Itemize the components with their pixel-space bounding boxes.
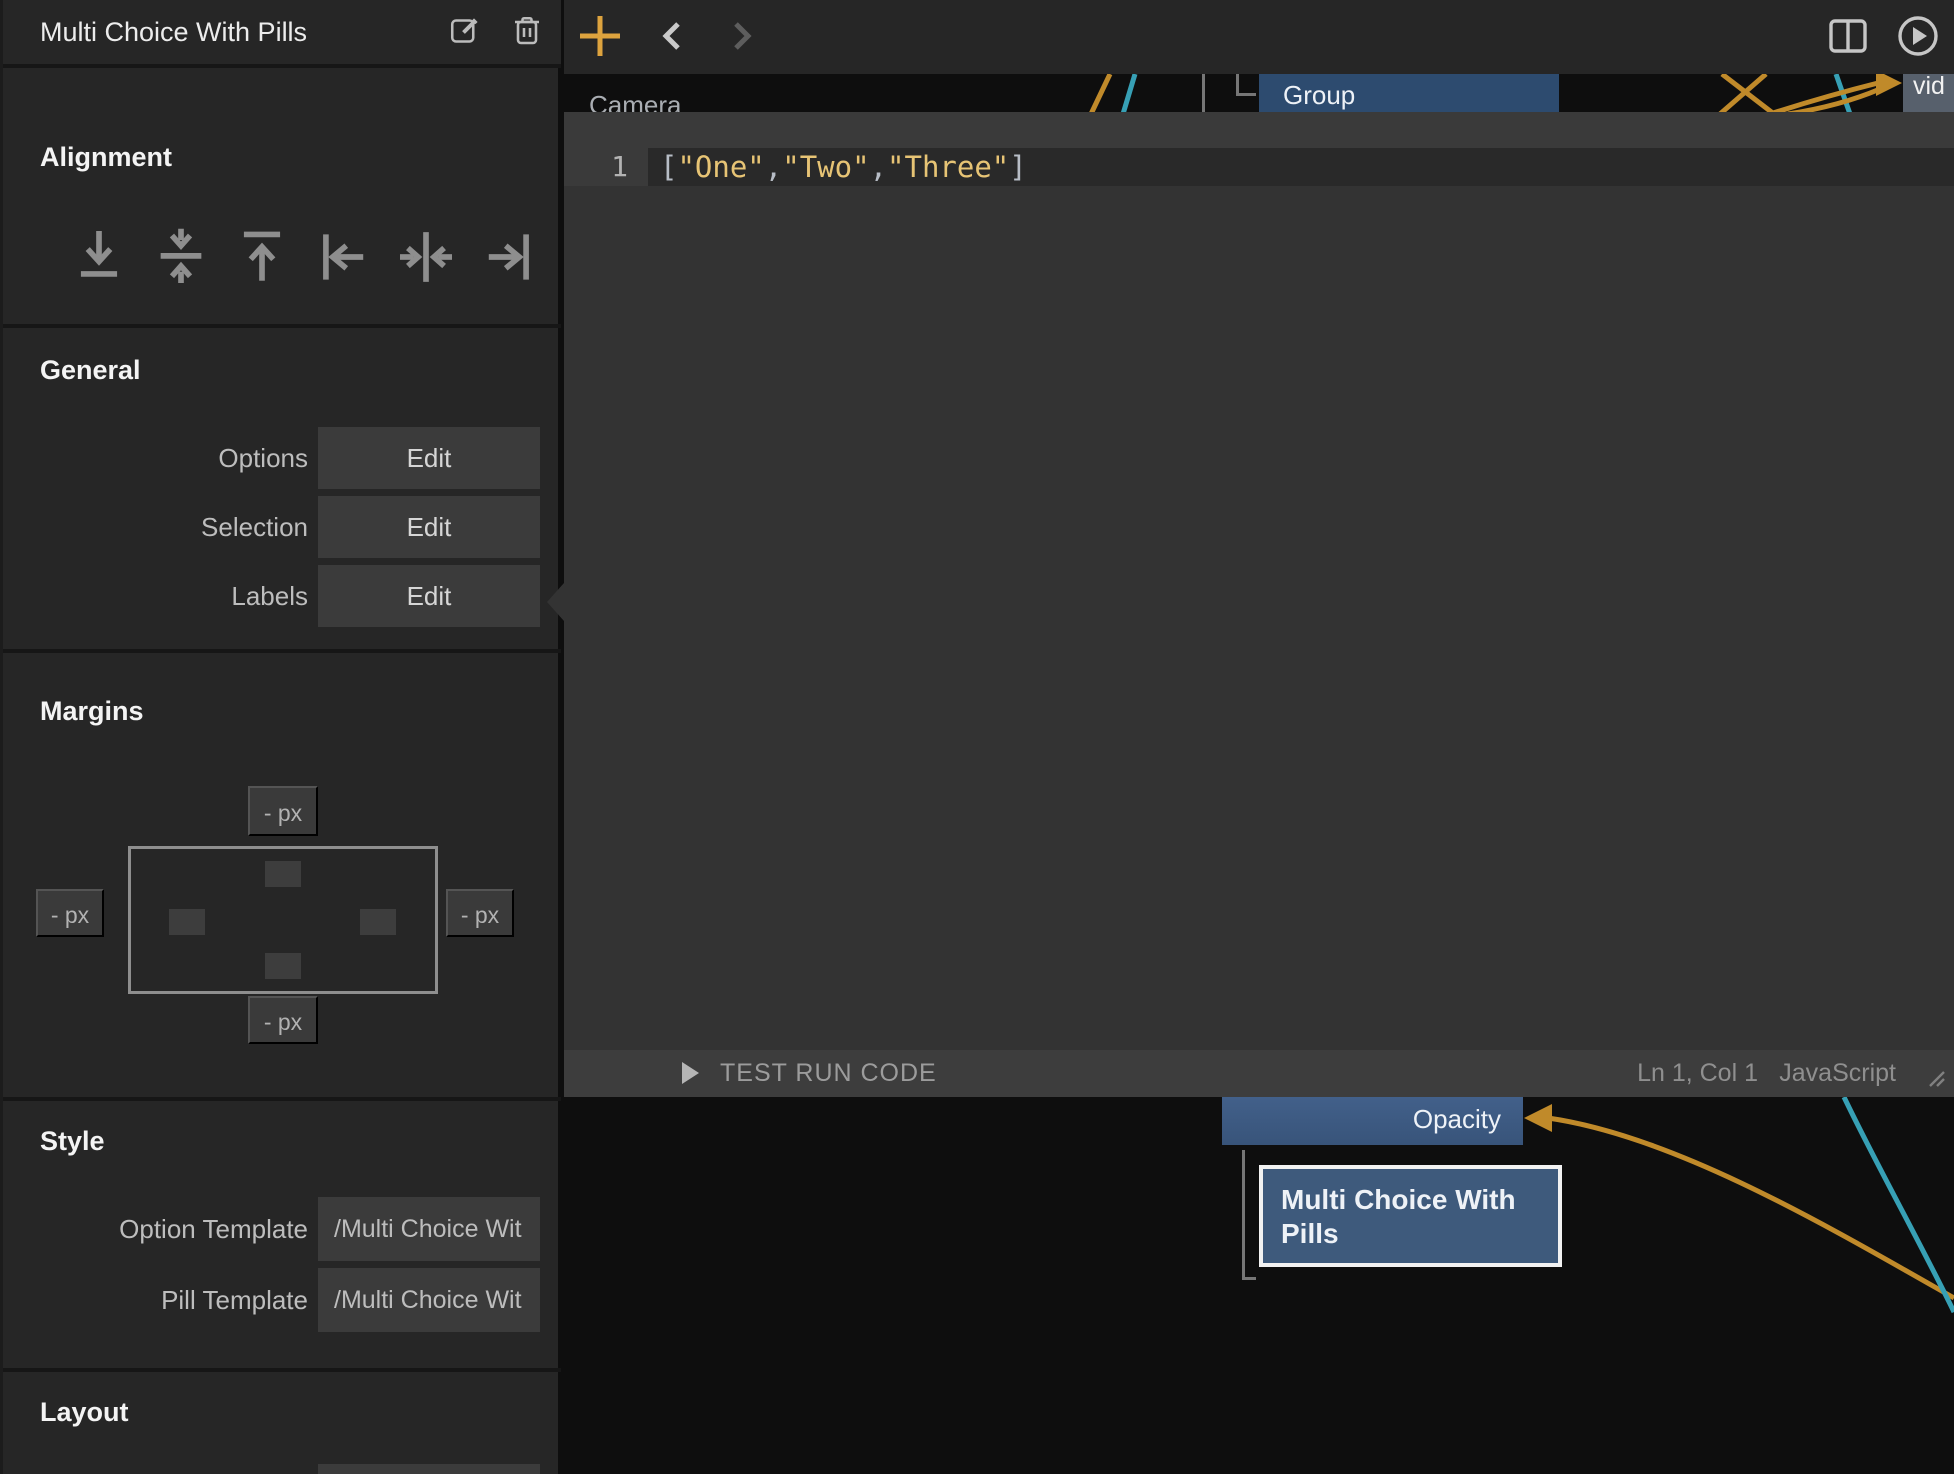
- margin-top-input[interactable]: - px: [248, 786, 318, 836]
- align-vertical-center-button[interactable]: [155, 228, 207, 286]
- code-token: [: [660, 150, 677, 184]
- node-title: Multi Choice With Pills: [40, 0, 307, 64]
- margin-handle-left[interactable]: [169, 909, 205, 935]
- play-triangle-icon: [678, 1074, 702, 1089]
- selection-label: Selection: [3, 496, 308, 558]
- margins-heading: Margins: [40, 696, 144, 727]
- code-token: "Three": [887, 150, 1009, 184]
- rename-button[interactable]: [447, 13, 483, 49]
- layout-field-partial[interactable]: [318, 1464, 540, 1474]
- align-left-button[interactable]: [318, 228, 370, 286]
- margin-right-input[interactable]: - px: [446, 889, 514, 937]
- hierarchy-elbow: [1242, 1277, 1256, 1280]
- align-bottom-button[interactable]: [73, 228, 125, 286]
- align-horizontal-center-icon: [400, 274, 452, 289]
- layout-heading: Layout: [40, 1397, 129, 1428]
- chevron-left-icon: [646, 50, 698, 65]
- node-multi-choice-with-pills-selected[interactable]: Multi Choice With Pills: [1259, 1165, 1562, 1267]
- align-right-icon: [482, 274, 534, 289]
- code-text[interactable]: ["One","Two","Three"]: [648, 148, 1954, 186]
- align-left-icon: [318, 274, 370, 289]
- align-horizontal-center-button[interactable]: [400, 228, 452, 286]
- hierarchy-elbow: [1236, 93, 1256, 96]
- general-heading: General: [40, 355, 141, 386]
- code-token: ,: [870, 150, 887, 184]
- options-edit-button[interactable]: Edit: [318, 427, 540, 489]
- line-number: 1: [564, 148, 648, 186]
- style-heading: Style: [40, 1126, 105, 1157]
- pill-template-value[interactable]: /Multi Choice Wit: [318, 1268, 540, 1332]
- labels-label: Labels: [3, 565, 308, 627]
- navigate-back-button[interactable]: [646, 10, 698, 62]
- wire-arrowhead: [1876, 74, 1902, 96]
- edit-pencil-icon: [447, 37, 483, 52]
- section-divider: [3, 324, 561, 328]
- editor-pointer-nub: [547, 583, 564, 621]
- plus-icon: [574, 50, 626, 65]
- node-group[interactable]: Group: [1259, 74, 1559, 116]
- hierarchy-elbow: [1242, 1150, 1245, 1280]
- test-run-button[interactable]: [672, 1056, 708, 1092]
- section-divider: [3, 1368, 561, 1372]
- pill-template-label: Pill Template: [3, 1268, 308, 1332]
- editor-status-bar: TEST RUN CODE Ln 1, Col 1 JavaScript: [564, 1050, 1954, 1097]
- margin-handle-right[interactable]: [360, 909, 396, 935]
- margin-handle-bottom[interactable]: [265, 953, 301, 979]
- selection-edit-button[interactable]: Edit: [318, 496, 540, 558]
- split-view-button[interactable]: [1822, 10, 1874, 62]
- resize-grip-icon[interactable]: [1922, 1064, 1948, 1095]
- alignment-heading: Alignment: [40, 142, 172, 173]
- code-token: "One": [677, 150, 764, 184]
- split-view-icon: [1822, 50, 1874, 65]
- margin-bottom-input[interactable]: - px: [248, 996, 318, 1044]
- editor-top-strip: [564, 112, 1954, 148]
- section-divider: [3, 64, 561, 68]
- wire-arrowhead: [1524, 1104, 1552, 1132]
- run-preview-button[interactable]: [1892, 10, 1944, 62]
- canvas-toolbar: [564, 0, 1954, 74]
- option-template-value[interactable]: /Multi Choice Wit: [318, 1197, 540, 1261]
- sidebar-header: Multi Choice With Pills: [3, 0, 561, 64]
- options-label: Options: [3, 427, 308, 489]
- code-token: ,: [765, 150, 782, 184]
- navigate-forward-button[interactable]: [716, 10, 768, 62]
- margin-left-input[interactable]: - px: [36, 889, 104, 937]
- add-node-button[interactable]: [574, 10, 626, 62]
- align-vertical-center-icon: [155, 274, 207, 289]
- align-right-button[interactable]: [482, 228, 534, 286]
- play-circle-icon: [1892, 50, 1944, 65]
- code-token: ]: [1009, 150, 1026, 184]
- test-run-code-label[interactable]: TEST RUN CODE: [720, 1050, 937, 1097]
- align-top-icon: [236, 274, 288, 289]
- delete-node-button[interactable]: [509, 13, 545, 49]
- trash-icon: [509, 37, 545, 52]
- cursor-position: Ln 1, Col 1: [1637, 1050, 1758, 1097]
- node-opacity[interactable]: Opacity: [1222, 1097, 1523, 1145]
- code-token: "Two": [782, 150, 869, 184]
- properties-sidebar: Multi Choice With Pills Alignment: [0, 0, 558, 1474]
- labels-edit-button[interactable]: Edit: [318, 565, 540, 627]
- code-editor-panel: 1 ["One","Two","Three"] TEST RUN CODE Ln…: [564, 112, 1954, 1097]
- section-divider: [3, 1097, 561, 1101]
- code-line-1[interactable]: 1 ["One","Two","Three"]: [564, 148, 1954, 186]
- margin-handle-top[interactable]: [265, 861, 301, 887]
- language-indicator[interactable]: JavaScript: [1779, 1050, 1896, 1097]
- option-template-label: Option Template: [3, 1197, 308, 1261]
- chevron-right-icon: [716, 50, 768, 65]
- hierarchy-line: [1202, 74, 1205, 114]
- align-top-button[interactable]: [236, 228, 288, 286]
- margins-preview-box: [128, 846, 438, 994]
- node-video[interactable]: vid: [1903, 74, 1954, 112]
- section-divider: [3, 649, 561, 653]
- align-bottom-icon: [73, 274, 125, 289]
